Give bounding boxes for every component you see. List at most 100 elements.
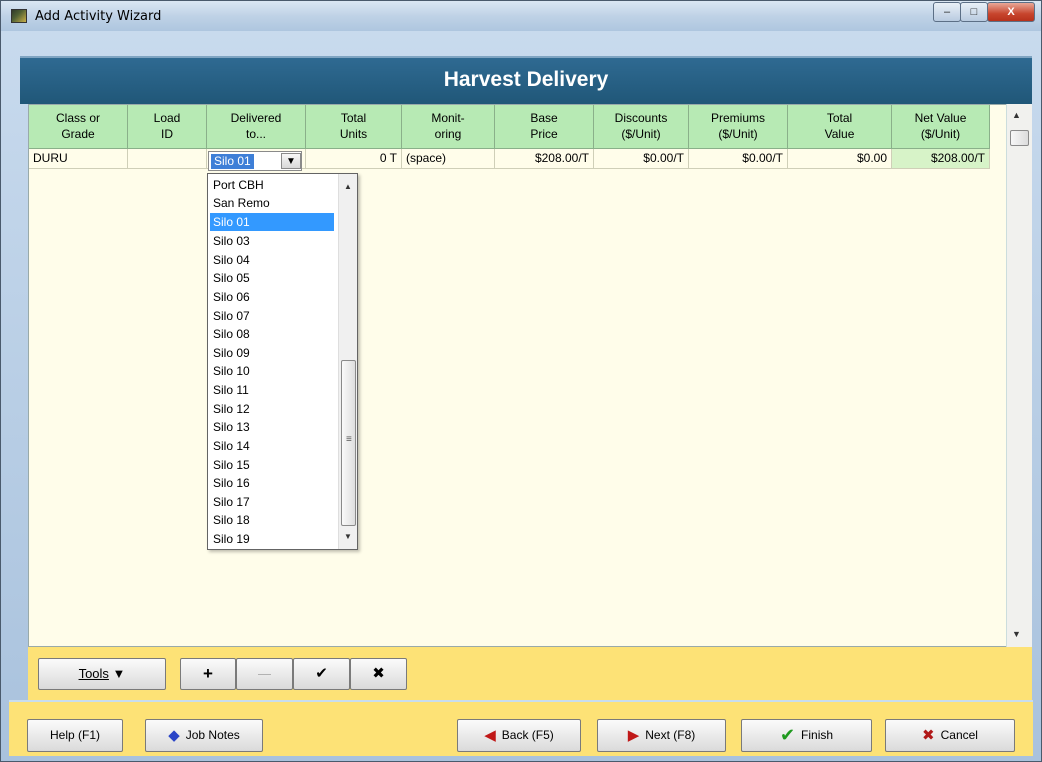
col-label: Delivered: [230, 111, 282, 125]
cell-total-value[interactable]: $0.00: [788, 149, 892, 169]
col-label: Total: [826, 111, 853, 125]
dropdown-item[interactable]: San Remo: [210, 194, 334, 212]
cell-monitoring[interactable]: (space): [402, 149, 495, 169]
col-label: Units: [339, 127, 368, 141]
page-header: Harvest Delivery: [20, 56, 1032, 104]
col-label: ID: [161, 127, 173, 141]
col-header-net-value[interactable]: Net Value ($/Unit): [892, 105, 990, 149]
grip-icon: ≡: [346, 434, 352, 445]
job-notes-label: Job Notes: [185, 728, 240, 742]
col-header-total-units[interactable]: Total Units: [306, 105, 402, 149]
dropdown-item[interactable]: Silo 09: [210, 344, 334, 362]
caret-down-icon: ▼: [112, 666, 126, 681]
col-label: Premiums: [710, 111, 765, 125]
delivered-to-value[interactable]: Silo 01: [211, 154, 254, 169]
col-header-discounts[interactable]: Discounts ($/Unit): [594, 105, 689, 149]
dropdown-item[interactable]: Silo 08: [210, 325, 334, 343]
confirm-row-button[interactable]: ✔: [293, 658, 350, 690]
dropdown-item[interactable]: Silo 03: [210, 232, 334, 250]
dropdown-item[interactable]: Silo 12: [210, 400, 334, 418]
dropdown-scroll-thumb[interactable]: ≡: [341, 360, 356, 526]
close-button[interactable]: X: [987, 2, 1035, 22]
col-header-premiums[interactable]: Premiums ($/Unit): [689, 105, 788, 149]
title-bar[interactable]: Add Activity Wizard – □ X: [1, 1, 1041, 31]
cancel-row-button[interactable]: ✖: [350, 658, 407, 690]
delivered-to-dropdown-list[interactable]: Port CBH San Remo Silo 01 Silo 03 Silo 0…: [207, 173, 358, 550]
dropdown-item[interactable]: Port CBH: [210, 176, 334, 194]
check-icon: ✔: [779, 725, 796, 746]
back-button[interactable]: ◀ Back (F5): [457, 719, 581, 752]
delivery-grid[interactable]: Class or Grade Load ID Delivered to... Tota…: [28, 104, 1032, 647]
help-button[interactable]: Help (F1): [27, 719, 123, 752]
col-label: ($/Unit): [621, 127, 661, 141]
wizard-footer: Help (F1) ◆ Job Notes ◀ Back (F5) ▶ Next (F…: [9, 700, 1033, 756]
cell-total-units[interactable]: 0 T: [306, 149, 402, 169]
finish-label: Finish: [801, 728, 834, 742]
scroll-up-arrow-icon[interactable]: ▲: [1012, 110, 1021, 120]
add-row-button[interactable]: +: [180, 658, 236, 690]
finish-button[interactable]: ✔ Finish: [741, 719, 872, 752]
dropdown-item[interactable]: Silo 07: [210, 307, 334, 325]
job-notes-button[interactable]: ◆ Job Notes: [145, 719, 263, 752]
dropdown-item[interactable]: Silo 16: [210, 474, 334, 492]
dropdown-item[interactable]: Silo 15: [210, 456, 334, 474]
dropdown-item-selected[interactable]: Silo 01: [210, 213, 334, 231]
cell-premiums[interactable]: $0.00/T: [689, 149, 788, 169]
col-header-load-id[interactable]: Load ID: [128, 105, 207, 149]
col-header-class-grade[interactable]: Class or Grade: [29, 105, 128, 149]
window-title: Add Activity Wizard: [35, 9, 162, 24]
col-label: Grade: [61, 127, 95, 141]
back-label: Back (F5): [501, 728, 554, 742]
cell-load-id[interactable]: [128, 149, 207, 169]
dropdown-item[interactable]: Silo 10: [210, 362, 334, 380]
col-header-delivered-to[interactable]: Delivered to...: [207, 105, 306, 149]
delivered-to-combo[interactable]: Silo 01 ▼: [208, 151, 302, 171]
col-label: Net Value: [914, 111, 967, 125]
col-label: ($/Unit): [920, 127, 961, 141]
col-label: Load: [153, 111, 181, 125]
scroll-down-arrow-icon[interactable]: ▼: [344, 532, 352, 541]
cell-discounts[interactable]: $0.00/T: [594, 149, 689, 169]
cell-net-value[interactable]: $208.00/T: [892, 149, 990, 169]
arrow-right-icon: ▶: [627, 727, 640, 745]
col-header-base-price[interactable]: Base Price: [495, 105, 594, 149]
arrow-left-icon: ◀: [484, 727, 496, 745]
scroll-up-arrow-icon[interactable]: ▲: [344, 182, 352, 191]
cancel-label: Cancel: [940, 728, 978, 742]
dropdown-item[interactable]: Silo 17: [210, 493, 334, 511]
dropdown-item[interactable]: Silo 18: [210, 511, 334, 529]
grid-scrollbar[interactable]: ▲ ▼: [1006, 104, 1032, 647]
dropdown-scrollbar[interactable]: ▲ ≡ ▼: [338, 174, 357, 549]
col-label: Total: [340, 111, 367, 125]
col-label: Class or: [55, 111, 100, 125]
maximize-button[interactable]: □: [960, 2, 988, 22]
dropdown-arrow-icon[interactable]: ▼: [281, 153, 301, 169]
dropdown-item[interactable]: Silo 06: [210, 288, 334, 306]
minimize-button[interactable]: –: [933, 2, 961, 22]
page-title: Harvest Delivery: [443, 68, 609, 91]
col-label: ($/Unit): [718, 127, 758, 141]
dropdown-item[interactable]: Silo 05: [210, 269, 334, 287]
grid-toolbar: Tools ▼ + — ✔ ✖: [28, 647, 1032, 700]
dropdown-item[interactable]: Silo 14: [210, 437, 334, 455]
remove-row-button[interactable]: —: [236, 658, 293, 690]
scroll-thumb[interactable]: [1010, 130, 1029, 146]
cell-base-price[interactable]: $208.00/T: [495, 149, 594, 169]
tools-menu-button[interactable]: Tools ▼: [38, 658, 166, 690]
cell-class-grade[interactable]: DURU: [29, 149, 128, 169]
dropdown-item[interactable]: Silo 19: [210, 530, 334, 548]
scroll-down-arrow-icon[interactable]: ▼: [1012, 629, 1021, 639]
cross-icon: ✖: [922, 727, 935, 745]
col-label: Value: [824, 127, 855, 141]
col-header-monitoring[interactable]: Monit-oring: [402, 105, 495, 149]
col-label: Monit-: [431, 111, 465, 125]
cancel-button[interactable]: ✖ Cancel: [885, 719, 1015, 752]
col-label: Base: [530, 111, 558, 125]
next-button[interactable]: ▶ Next (F8): [597, 719, 726, 752]
col-label: Discounts: [614, 111, 668, 125]
dropdown-item[interactable]: Silo 13: [210, 418, 334, 436]
col-header-total-value[interactable]: Total Value: [788, 105, 892, 149]
dropdown-item[interactable]: Silo 11: [210, 381, 334, 399]
dropdown-item[interactable]: Silo 04: [210, 251, 334, 269]
col-label: to...: [245, 127, 266, 141]
